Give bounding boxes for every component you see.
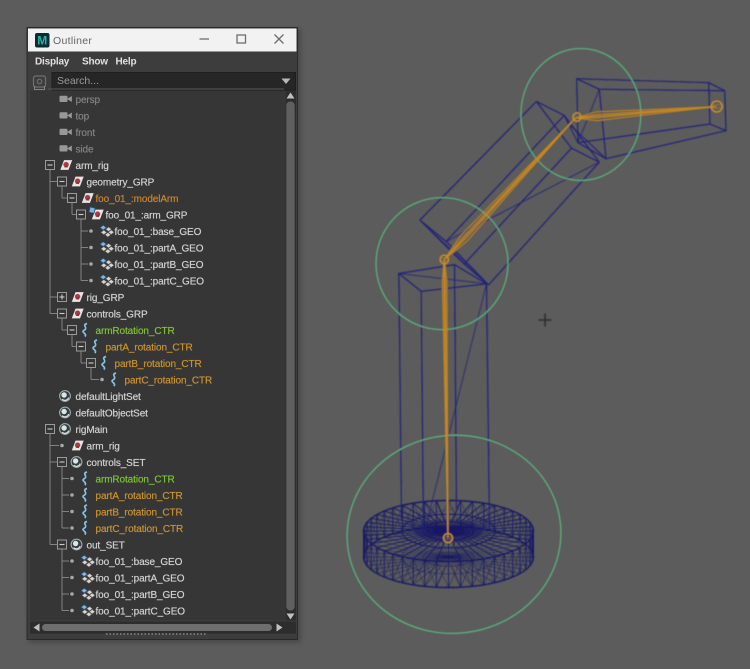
svg-text:partA_rotation_CTR: partA_rotation_CTR (106, 342, 193, 353)
svg-text:controls_SET: controls_SET (87, 458, 146, 469)
svg-text:top: top (76, 111, 90, 122)
svg-text:controls_GRP: controls_GRP (87, 309, 148, 320)
svg-text:foo_01_:partB_GEO: foo_01_:partB_GEO (96, 590, 185, 601)
svg-text:foo_01_:modelArm: foo_01_:modelArm (96, 194, 179, 205)
svg-text:side: side (76, 144, 94, 155)
svg-text:rigMain: rigMain (76, 425, 108, 436)
svg-text:persp: persp (76, 95, 101, 106)
svg-text:foo_01_:base_GEO: foo_01_:base_GEO (115, 227, 202, 238)
svg-text:armRotation_CTR: armRotation_CTR (96, 326, 175, 337)
svg-text:partC_rotation_CTR: partC_rotation_CTR (96, 524, 184, 535)
svg-text:M: M (37, 34, 47, 48)
svg-text:Show: Show (82, 57, 108, 68)
svg-text:foo_01_:partC_GEO: foo_01_:partC_GEO (115, 276, 205, 287)
svg-text:arm_rig: arm_rig (76, 161, 109, 172)
svg-text:Display: Display (35, 57, 70, 68)
svg-text:foo_01_:partB_GEO: foo_01_:partB_GEO (115, 260, 204, 271)
svg-text:Help: Help (116, 57, 137, 68)
svg-text:foo_01_:partC_GEO: foo_01_:partC_GEO (96, 606, 186, 617)
svg-text:Outliner: Outliner (53, 35, 92, 47)
svg-text:foo_01_:base_GEO: foo_01_:base_GEO (96, 557, 183, 568)
svg-text:foo_01_:arm_GRP: foo_01_:arm_GRP (106, 210, 188, 221)
svg-text:front: front (76, 128, 96, 139)
svg-text:partB_rotation_CTR: partB_rotation_CTR (96, 507, 183, 518)
svg-text:arm_rig: arm_rig (87, 441, 120, 452)
svg-text:out_SET: out_SET (87, 540, 125, 551)
svg-text:geometry_GRP: geometry_GRP (87, 177, 155, 188)
svg-text:armRotation_CTR: armRotation_CTR (96, 474, 175, 485)
svg-text:partB_rotation_CTR: partB_rotation_CTR (115, 359, 202, 370)
svg-text:rig_GRP: rig_GRP (87, 293, 125, 304)
svg-text:foo_01_:partA_GEO: foo_01_:partA_GEO (96, 573, 185, 584)
svg-text:Search...: Search... (57, 75, 99, 87)
svg-text:partA_rotation_CTR: partA_rotation_CTR (96, 491, 183, 502)
svg-text:partC_rotation_CTR: partC_rotation_CTR (125, 375, 213, 386)
svg-text:foo_01_:partA_GEO: foo_01_:partA_GEO (115, 243, 204, 254)
svg-text:defaultObjectSet: defaultObjectSet (76, 408, 149, 419)
svg-text:defaultLightSet: defaultLightSet (76, 392, 142, 403)
